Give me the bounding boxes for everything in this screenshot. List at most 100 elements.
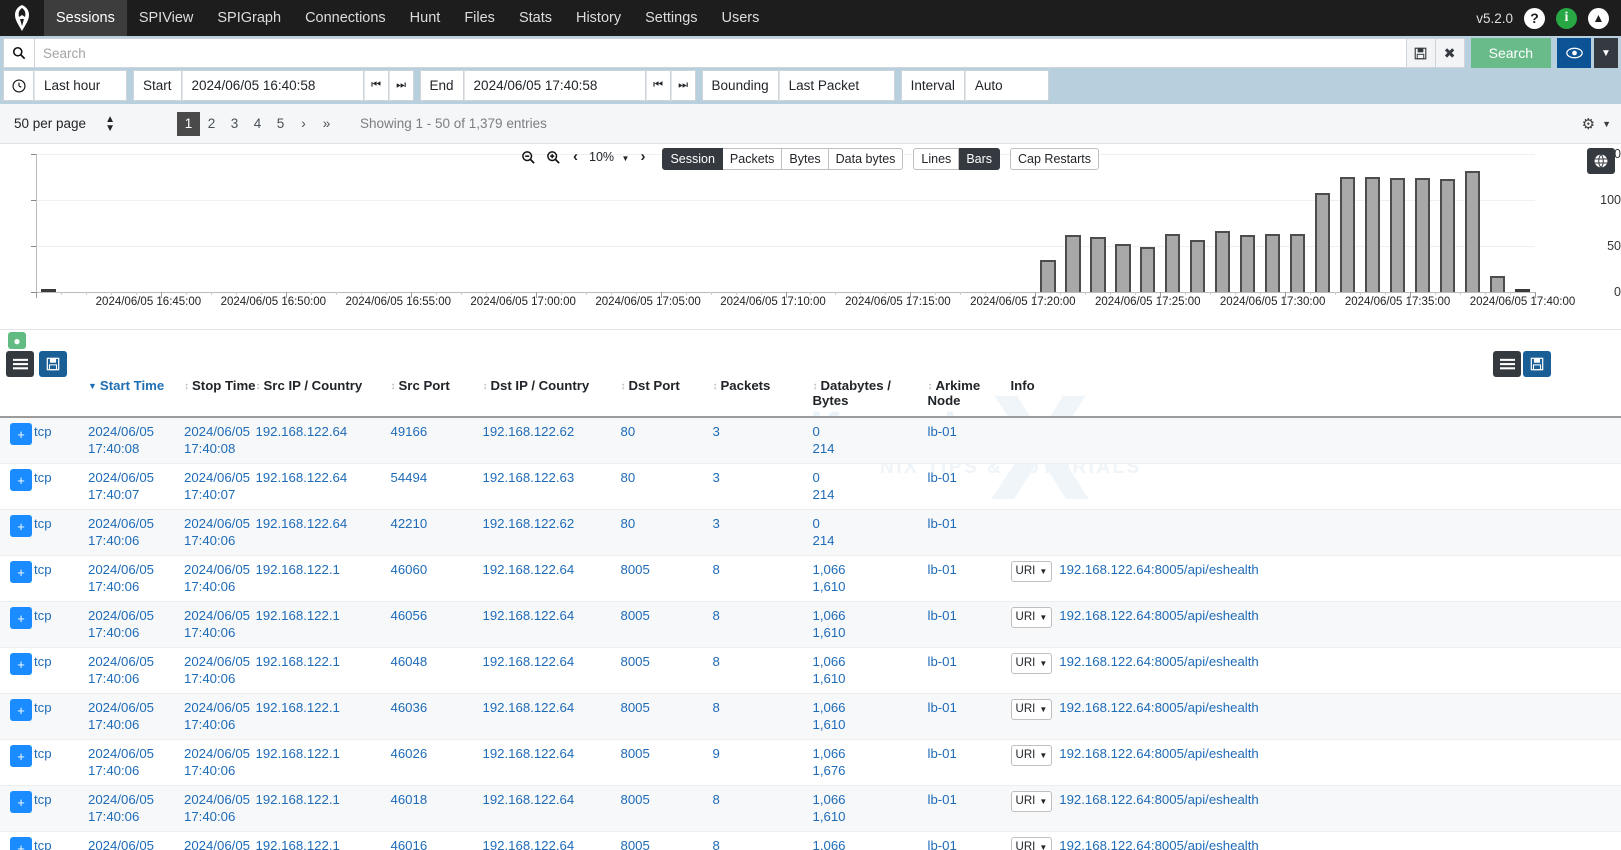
cell-protocol[interactable]: tcp (34, 556, 88, 602)
cell-dst-port[interactable]: 8005 (621, 832, 713, 850)
time-range-select[interactable]: Last hour (34, 70, 127, 101)
uri-tag-button[interactable]: URI ▼ (1010, 837, 1053, 850)
cell-arkime-node[interactable]: lb-01 (928, 464, 1011, 510)
expand-row-button[interactable]: + (10, 837, 32, 850)
uri-tag-button[interactable]: URI ▼ (1010, 653, 1053, 674)
cell-protocol[interactable]: tcp (34, 602, 88, 648)
cell-start-time[interactable]: 2024/06/05 17:40:06 (88, 694, 184, 740)
page-last[interactable]: » (315, 112, 338, 136)
cell-start-time[interactable]: 2024/06/05 17:40:06 (88, 786, 184, 832)
nav-item-users[interactable]: Users (710, 0, 772, 36)
page-4[interactable]: 4 (246, 112, 269, 136)
cell-dst-port[interactable]: 8005 (621, 556, 713, 602)
skip-forward-icon[interactable]: ⏭ (388, 70, 414, 101)
nav-item-stats[interactable]: Stats (507, 0, 564, 36)
expand-row-button[interactable]: + (10, 699, 32, 721)
chart-bar[interactable] (40, 289, 57, 292)
cell-info[interactable]: URI ▼ 192.168.122.64:8005/api/eshealth (1010, 648, 1621, 694)
cell-src-port[interactable]: 46036 (391, 694, 483, 740)
cell-dst-ip[interactable]: 192.168.122.64 (483, 740, 621, 786)
chart-bar[interactable] (1264, 234, 1281, 292)
cell-dst-port[interactable]: 80 (621, 464, 713, 510)
table-row[interactable]: +tcp2024/06/0517:40:062024/06/0517:40:06… (0, 509, 1621, 556)
cell-info[interactable] (1011, 417, 1621, 464)
cell-arkime-node[interactable]: lb-01 (928, 556, 1011, 602)
cell-packets[interactable]: 8 (713, 786, 813, 832)
cell-protocol[interactable]: tcp (34, 740, 88, 786)
metric-session-button[interactable]: Session (662, 148, 723, 170)
floppy-disk-icon[interactable] (1523, 351, 1551, 377)
cell-arkime-node[interactable]: lb-01 (928, 694, 1011, 740)
clear-search-button[interactable]: ✖ (1435, 38, 1465, 68)
cell-dst-port[interactable]: 8005 (621, 602, 713, 648)
expand-row-button[interactable]: + (10, 561, 32, 583)
cell-src-port[interactable]: 46048 (391, 648, 483, 694)
nav-item-spiview[interactable]: SPIView (127, 0, 206, 36)
cell-src-port[interactable]: 46018 (391, 786, 483, 832)
hamburger-menu-icon[interactable] (1493, 351, 1521, 377)
chart-bar[interactable] (1214, 231, 1231, 292)
table-row[interactable]: +tcp2024/06/0517:40:062024/06/0517:40:06… (0, 785, 1621, 832)
row-expand-cell[interactable]: + (0, 740, 34, 786)
nav-item-files[interactable]: Files (452, 0, 507, 36)
row-expand-cell[interactable]: + (0, 694, 34, 740)
uri-tag-button[interactable]: URI ▼ (1010, 607, 1053, 628)
cell-packets[interactable]: 3 (713, 510, 813, 556)
chart-bar[interactable] (1514, 289, 1531, 292)
cell-databytes-bytes[interactable]: 0 214 (813, 464, 928, 510)
col-src-port[interactable]: ↕ Src Port (391, 378, 483, 417)
bounding-select[interactable]: Last Packet (778, 70, 895, 101)
cell-dst-ip[interactable]: 192.168.122.62 (483, 510, 621, 556)
chart-bar[interactable] (1115, 244, 1131, 292)
cell-databytes-bytes[interactable]: 1,0661,610 (813, 602, 928, 648)
cell-arkime-node[interactable]: lb-01 (928, 832, 1011, 850)
chevron-right-icon[interactable]: › (633, 148, 652, 170)
hamburger-menu-icon[interactable] (6, 351, 34, 377)
cell-dst-ip[interactable]: 192.168.122.64 (483, 832, 621, 850)
cell-stop-time[interactable]: 2024/06/05 17:40:06 (184, 786, 256, 832)
table-row[interactable]: +tcp2024/06/0517:40:062024/06/0517:40:06… (0, 556, 1621, 602)
cell-databytes-bytes[interactable]: 1,0661,610 (813, 786, 928, 832)
cell-src-ip[interactable]: 192.168.122.64 (256, 510, 391, 556)
cell-info[interactable]: URI ▼ 192.168.122.64:8005/api/eshealth (1010, 602, 1621, 648)
info-uri-link[interactable]: 192.168.122.64:8005/api/eshealth (1059, 700, 1258, 715)
cell-arkime-node[interactable]: lb-01 (928, 740, 1011, 786)
info-uri-link[interactable]: 192.168.122.64:8005/api/eshealth (1059, 608, 1258, 623)
info-uri-link[interactable]: 192.168.122.64:8005/api/eshealth (1059, 746, 1258, 761)
cell-dst-port[interactable]: 80 (621, 417, 713, 464)
cell-info[interactable]: URI ▼ 192.168.122.64:8005/api/eshealth (1010, 556, 1621, 602)
info-uri-link[interactable]: 192.168.122.64:8005/api/eshealth (1059, 838, 1258, 850)
cell-databytes-bytes[interactable]: 0 214 (813, 417, 928, 464)
cell-info[interactable]: URI ▼ 192.168.122.64:8005/api/eshealth (1010, 832, 1621, 850)
plus-icon[interactable]: ● (8, 332, 26, 349)
row-expand-cell[interactable]: + (0, 832, 34, 850)
zoom-out-icon[interactable] (516, 148, 541, 170)
cell-stop-time[interactable]: 2024/06/05 17:40:06 (184, 556, 256, 602)
cell-src-ip[interactable]: 192.168.122.1 (256, 602, 391, 648)
cell-dst-ip[interactable]: 192.168.122.64 (483, 648, 621, 694)
start-time-input[interactable]: 2024/06/05 16:40:58 (181, 70, 364, 101)
row-expand-cell[interactable]: + (0, 464, 34, 510)
eye-icon[interactable] (1557, 38, 1591, 68)
chart-bar[interactable] (1189, 239, 1206, 292)
nav-item-spigraph[interactable]: SPIGraph (205, 0, 293, 36)
cell-dst-ip[interactable]: 192.168.122.64 (483, 556, 621, 602)
cell-info[interactable]: URI ▼ 192.168.122.64:8005/api/eshealth (1010, 694, 1621, 740)
cell-stop-time[interactable]: 2024/06/05 17:40:07 (184, 464, 256, 510)
table-row[interactable]: +tcp2024/06/0517:40:062024/06/0517:40:06… (0, 648, 1621, 694)
cell-databytes-bytes[interactable]: 1,066 1,676 (813, 740, 928, 786)
save-search-button[interactable] (1406, 38, 1436, 68)
clock-icon[interactable] (3, 70, 34, 101)
cell-dst-ip[interactable]: 192.168.122.63 (483, 464, 621, 510)
cell-protocol[interactable]: tcp (34, 832, 88, 850)
cell-src-ip[interactable]: 192.168.122.1 (256, 648, 391, 694)
cell-dst-port[interactable]: 8005 (621, 694, 713, 740)
uri-tag-button[interactable]: URI ▼ (1010, 791, 1053, 812)
cell-databytes-bytes[interactable]: 1,0661,610 (813, 694, 928, 740)
cell-src-ip[interactable]: 192.168.122.1 (256, 740, 391, 786)
table-row[interactable]: + tcp 2024/06/05 17:40:07 2024/06/05 17:40:07… (0, 464, 1621, 510)
cell-start-time[interactable]: 2024/06/05 17:40:06 (88, 740, 184, 786)
cell-databytes-bytes[interactable]: 1,0661,610 (813, 832, 928, 850)
metric-bytes-button[interactable]: Bytes (782, 148, 829, 170)
chart-bar[interactable] (1439, 178, 1456, 292)
